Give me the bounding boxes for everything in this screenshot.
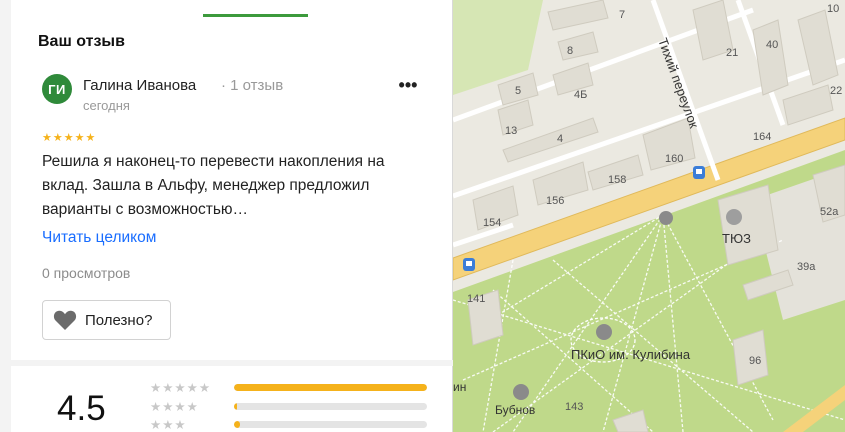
more-horizontal-icon: ••• [398, 75, 418, 95]
theatre-label: ТЮЗ [722, 231, 751, 246]
section-title: Ваш отзыв [38, 33, 125, 50]
rating-row-stars: ★★★★★ [150, 381, 212, 395]
rating-row-4: ★★★★ [150, 400, 430, 414]
monument-icon[interactable] [659, 211, 673, 225]
house-number: 96 [749, 355, 761, 367]
author-name[interactable]: Галина Иванова [83, 77, 196, 94]
house-number: 52а [820, 206, 839, 218]
read-more-link[interactable]: Читать целиком [42, 229, 156, 247]
house-number: 21 [726, 47, 738, 59]
house-number: 156 [546, 195, 564, 207]
house-number: 154 [483, 217, 501, 229]
rating-bar-fill [234, 384, 427, 391]
average-rating: 4.5 [57, 389, 106, 428]
house-number: 40 [766, 39, 778, 51]
rating-row-stars: ★★★★ [150, 400, 199, 414]
partial-poi-label: ин [453, 380, 466, 394]
house-number: 164 [753, 131, 771, 143]
house-number: 160 [665, 153, 683, 165]
rating-row-stars: ★★★ [150, 418, 187, 432]
reviews-panel: Ваш отзыв ГИ Галина Иванова · 1 отзыв се… [0, 0, 453, 432]
rating-bar-fill [234, 421, 240, 428]
theatre-icon [726, 209, 742, 225]
more-options-button[interactable]: ••• [395, 75, 421, 100]
section-divider [11, 360, 453, 366]
rating-bar-track [234, 403, 427, 410]
house-number: 8 [567, 45, 573, 57]
park-label: ПКиО им. Кулибина [571, 347, 691, 362]
views-count: 0 просмотров [42, 265, 131, 281]
rating-bar-track [234, 384, 427, 391]
house-number: 22 [830, 85, 842, 97]
house-number: 39а [797, 261, 816, 273]
bubnov-label: Бубнов [495, 403, 535, 417]
author-review-count: · 1 отзыв [221, 77, 284, 94]
park-icon [596, 324, 612, 340]
map-view[interactable]: Тихий переулок 7 8 10 21 22 40 5 4Б 13 4… [453, 0, 845, 432]
house-number: 4 [557, 133, 563, 145]
review-text: Решила я наконец-то перевести накопления… [42, 153, 385, 218]
heart-icon [53, 310, 77, 330]
monument-icon [513, 384, 529, 400]
house-number: 141 [467, 293, 485, 305]
house-number: 13 [505, 125, 517, 137]
rating-bar-track [234, 421, 427, 428]
useful-button[interactable]: Полезно? [42, 300, 171, 340]
house-number: 5 [515, 85, 521, 97]
house-number: 10 [827, 3, 839, 15]
house-number: 4Б [574, 89, 587, 101]
rating-row-5: ★★★★★ [150, 381, 430, 395]
house-number: 7 [619, 9, 625, 21]
bus-stop-icon[interactable] [463, 258, 475, 271]
rating-bar-fill [234, 403, 237, 410]
panel-left-strip [0, 0, 11, 432]
review-rating-stars: ★★★★★ [42, 132, 97, 144]
house-number: 143 [565, 401, 583, 413]
bus-stop-icon[interactable] [693, 166, 705, 179]
review-date: сегодня [83, 98, 130, 113]
rating-row-3: ★★★ [150, 418, 430, 432]
avatar[interactable]: ГИ [42, 74, 72, 104]
map-canvas[interactable]: Тихий переулок 7 8 10 21 22 40 5 4Б 13 4… [453, 0, 845, 432]
house-number: 158 [608, 174, 626, 186]
useful-button-label: Полезно? [85, 311, 153, 329]
